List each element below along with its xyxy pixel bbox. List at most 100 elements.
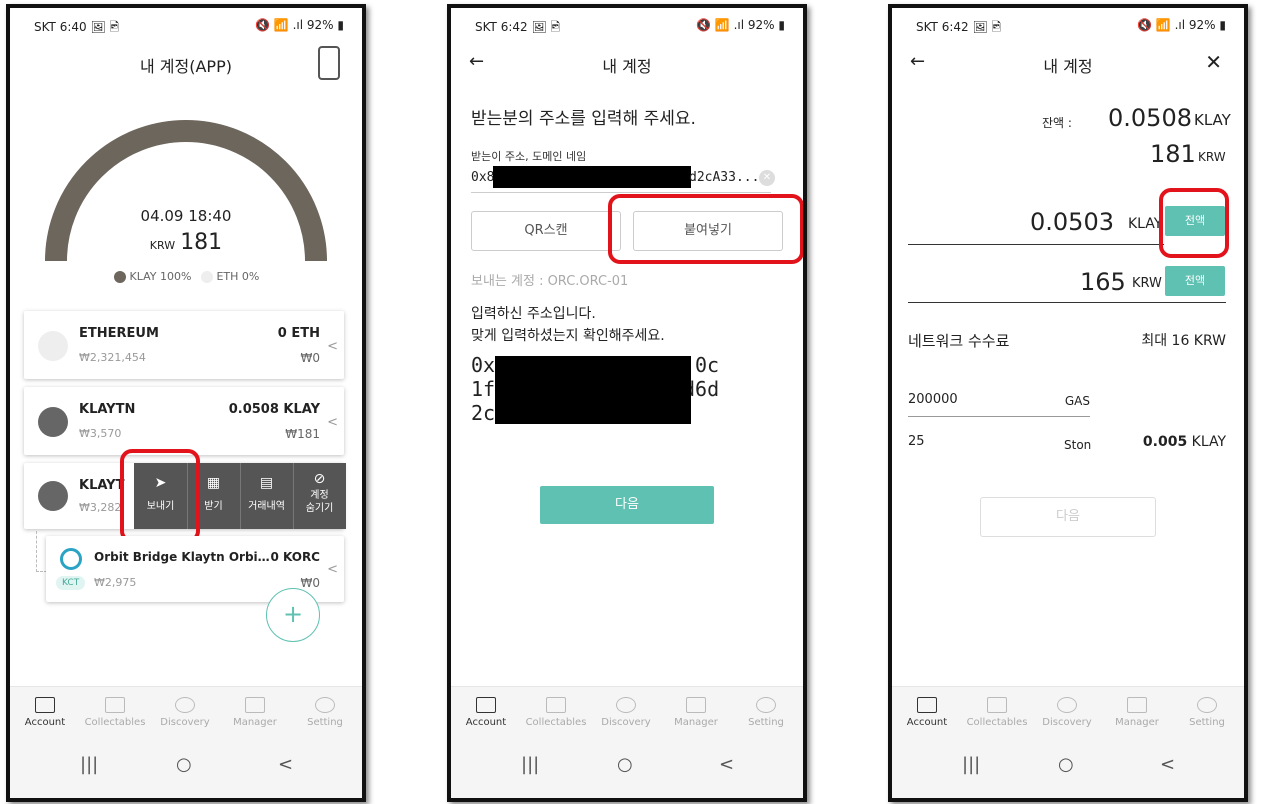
- fee-klay-row: 0.005 KLAY: [1143, 434, 1226, 450]
- asset-amount: 0.0508 KLAY: [228, 402, 320, 417]
- history-action[interactable]: ▤ 거래내역: [240, 463, 294, 529]
- system-nav-bar: ||| ○ <: [892, 738, 1244, 798]
- status-right: 🔇 📶 .ıl 92% ▮: [696, 18, 785, 32]
- network-fee-label: 네트워크 수수료: [908, 332, 1010, 350]
- tab-label: Account: [465, 717, 507, 728]
- asset-price: ₩3,282: [79, 501, 122, 514]
- hide-account-action[interactable]: ⊘ 계정 숨기기: [293, 463, 346, 529]
- gauge-legend: KLAY 100% ETH 0%: [114, 270, 259, 283]
- next-button-disabled[interactable]: 다음: [980, 497, 1156, 537]
- tab-label: Account: [906, 717, 948, 728]
- close-icon[interactable]: ✕: [1205, 50, 1222, 74]
- system-nav-bar: ||| ○ <: [451, 738, 803, 798]
- tab-discovery[interactable]: Discovery: [1032, 687, 1102, 728]
- chevron-left-icon: <: [327, 562, 338, 577]
- tab-account[interactable]: Account: [10, 687, 80, 728]
- phone-account-screen: SKT 6:40 🖼 🖻 🔇 📶 .ıl 92% ▮ 내 계정(APP) 04.…: [6, 4, 366, 802]
- tab-label: Manager: [1115, 717, 1159, 728]
- tab-label: Manager: [674, 717, 718, 728]
- address-line-1: 0x: [471, 353, 496, 377]
- address-line-2: 1f: [471, 377, 496, 401]
- klay-amount-value: 0.0503: [1030, 208, 1114, 236]
- ethereum-icon: [38, 331, 68, 361]
- klay-legend-label: KLAY 100%: [129, 270, 192, 283]
- tab-discovery[interactable]: Discovery: [150, 687, 220, 728]
- token-amount: 0 KORC: [270, 550, 320, 564]
- highlight-paste: [608, 194, 803, 264]
- recent-apps-button[interactable]: |||: [962, 754, 980, 775]
- tab-account[interactable]: Account: [892, 687, 962, 728]
- klay-amount-unit: KLAY: [1128, 216, 1163, 232]
- network-fee-value: 최대 16 KRW: [1141, 333, 1226, 349]
- add-button[interactable]: +: [266, 588, 320, 642]
- gift-icon: [546, 697, 566, 713]
- home-button[interactable]: ○: [176, 754, 192, 775]
- qr-scan-button[interactable]: QR스캔: [471, 211, 621, 251]
- tab-manager[interactable]: Manager: [1102, 687, 1172, 728]
- address-input[interactable]: 0x8 d2cA33...: [471, 166, 771, 193]
- gas-value: 200000: [908, 392, 958, 407]
- home-button[interactable]: ○: [617, 754, 633, 775]
- klaytn-icon: [38, 481, 68, 511]
- planet-icon: [175, 697, 195, 713]
- system-nav-bar: ||| ○ <: [10, 738, 362, 798]
- krw-amount-unit: KRW: [1132, 276, 1162, 291]
- tab-discovery[interactable]: Discovery: [591, 687, 661, 728]
- confirm-text-1: 입력하신 주소입니다.: [471, 306, 596, 322]
- recent-apps-button[interactable]: |||: [521, 754, 539, 775]
- gift-icon: [105, 697, 125, 713]
- tab-label: Setting: [748, 717, 784, 728]
- history-label: 거래내역: [248, 501, 285, 512]
- gas-unit: GAS: [1064, 394, 1090, 408]
- tab-label: Setting: [307, 717, 343, 728]
- gas-input[interactable]: 200000 GAS: [908, 388, 1090, 417]
- klay-amount-input[interactable]: 0.0503 KLAY: [908, 204, 1164, 245]
- status-bar: SKT 6:42 🖼 🖻 🔇 📶 .ıl 92% ▮: [892, 8, 1244, 38]
- back-button[interactable]: <: [1160, 754, 1175, 775]
- asset-card-ethereum[interactable]: ETHEREUM ₩2,321,454 0 ETH ₩0 <: [24, 311, 344, 379]
- recent-apps-button[interactable]: |||: [80, 754, 98, 775]
- eye-off-icon: ⊘: [313, 471, 326, 487]
- asset-amount: 0 ETH: [277, 326, 320, 341]
- page-title: 내 계정(APP): [140, 57, 232, 76]
- tab-collectables[interactable]: Collectables: [521, 687, 591, 728]
- asset-krw: ₩0: [300, 351, 321, 365]
- tab-collectables[interactable]: Collectables: [962, 687, 1032, 728]
- next-button[interactable]: 다음: [540, 486, 714, 524]
- phone-recipient-screen: SKT 6:42 🖼 🖻 🔇 📶 .ıl 92% ▮ ← 내 계정 받는분의 주…: [447, 4, 807, 802]
- page-title: 내 계정: [602, 57, 652, 76]
- tab-label: Discovery: [160, 717, 210, 728]
- tab-label: Manager: [233, 717, 277, 728]
- max-krw-button[interactable]: 전액: [1165, 266, 1225, 296]
- tab-manager[interactable]: Manager: [661, 687, 731, 728]
- tab-setting[interactable]: Setting: [731, 687, 801, 728]
- asset-price: ₩3,570: [79, 427, 122, 440]
- token-krw: ₩0: [300, 576, 321, 590]
- kct-badge: KCT: [56, 576, 86, 590]
- gear-icon: [1197, 697, 1217, 713]
- hide-account-label: 계정 숨기기: [305, 490, 334, 514]
- tab-collectables[interactable]: Collectables: [80, 687, 150, 728]
- clear-icon[interactable]: ✕: [759, 170, 775, 186]
- tab-label: Discovery: [1042, 717, 1092, 728]
- back-button[interactable]: <: [278, 754, 293, 775]
- eth-legend-label: ETH 0%: [216, 270, 260, 283]
- status-left: SKT 6:42 🖼 🖻: [475, 20, 561, 34]
- wallet-icon[interactable]: [318, 46, 340, 80]
- asset-card-klaytn[interactable]: KLAYTN ₩3,570 0.0508 KLAY ₩181 <: [24, 387, 344, 455]
- back-button[interactable]: <: [719, 754, 734, 775]
- home-button[interactable]: ○: [1058, 754, 1074, 775]
- sender-account: 보내는 계정 : ORC.ORC-01: [471, 274, 629, 289]
- ston-unit: Ston: [1064, 438, 1092, 452]
- redacted-address-block: [495, 356, 691, 424]
- status-bar: SKT 6:42 🖼 🖻 🔇 📶 .ıl 92% ▮: [451, 8, 803, 38]
- confirm-text-2: 맞게 입력하셨는지 확인해주세요.: [471, 328, 665, 344]
- tab-manager[interactable]: Manager: [220, 687, 290, 728]
- status-right: 🔇 📶 .ıl 92% ▮: [1137, 18, 1226, 32]
- tab-setting[interactable]: Setting: [290, 687, 360, 728]
- tab-label: Setting: [1189, 717, 1225, 728]
- tab-account[interactable]: Account: [451, 687, 521, 728]
- tab-setting[interactable]: Setting: [1172, 687, 1242, 728]
- tab-label: Collectables: [966, 717, 1028, 728]
- manager-icon: [1127, 697, 1147, 713]
